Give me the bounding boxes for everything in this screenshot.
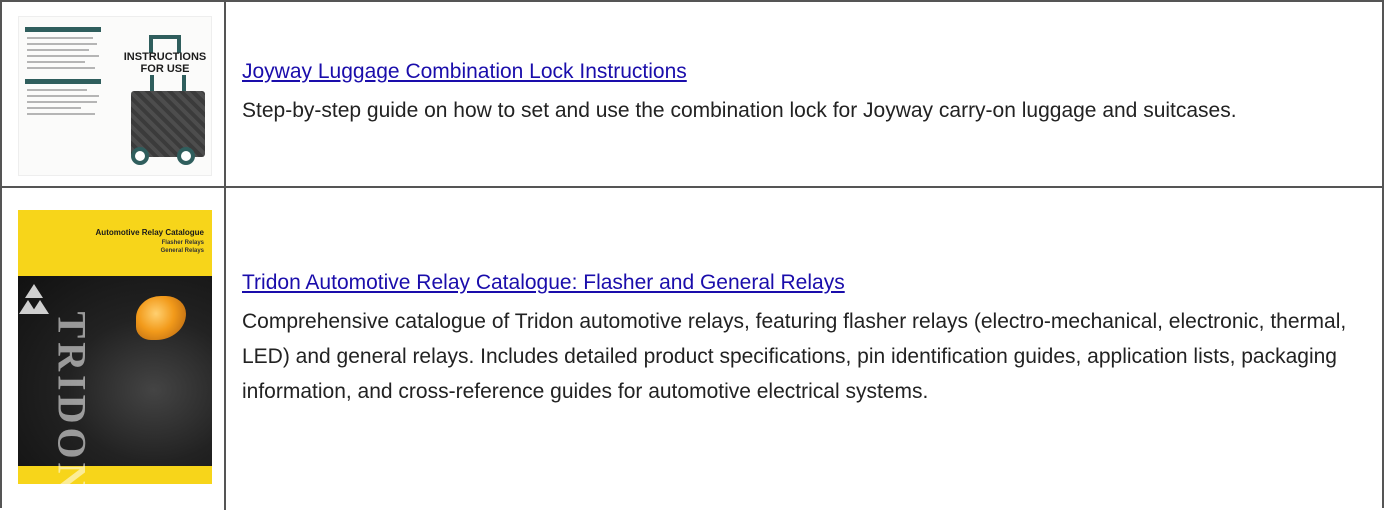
wheel-icon [131,147,149,165]
luggage-instructions-thumbnail[interactable]: INSTRUCTIONS FOR USE [18,16,212,176]
thumbnail-cell: INSTRUCTIONS FOR USE [2,2,226,186]
thumbnail-text-line [27,49,89,51]
result-text-cell: Joyway Luggage Combination Lock Instruct… [226,2,1382,186]
result-description: Step-by-step guide on how to set and use… [242,98,1237,122]
table-row: INSTRUCTIONS FOR USE Joyway Luggage Comb… [2,2,1382,188]
brand-wordmark: TRIDON [49,311,95,484]
wheel-icon [177,147,195,165]
thumbnail-text-line [27,67,95,69]
thumbnail-heading: Automotive Relay Catalogue [95,228,204,237]
thumbnail-text-line [27,55,99,57]
result-title-link[interactable]: Joyway Luggage Combination Lock Instruct… [242,57,687,87]
thumbnail-text-line [27,43,97,45]
thumbnail-text-line [27,101,97,103]
thumbnail-subheading: General Relays [160,248,204,254]
thumbnail-text-line [27,89,87,91]
result-title-link[interactable]: Tridon Automotive Relay Catalogue: Flash… [242,268,845,298]
result-description: Comprehensive catalogue of Tridon automo… [242,309,1347,403]
relay-catalogue-thumbnail[interactable]: Automotive Relay Catalogue Flasher Relay… [18,210,212,484]
tridon-logo-icon [31,300,49,314]
thumbnail-text-line [27,61,85,63]
thumbnail-heading: INSTRUCTIONS FOR USE [123,51,207,75]
thumbnail-text-line [27,107,81,109]
result-text-cell: Tridon Automotive Relay Catalogue: Flash… [226,188,1382,510]
thumbnail-banner [25,79,101,84]
thumbnail-text-line [27,113,95,115]
thumbnail-banner [25,27,101,32]
document-results-table: INSTRUCTIONS FOR USE Joyway Luggage Comb… [0,0,1384,510]
table-row: Automotive Relay Catalogue Flasher Relay… [2,188,1382,510]
thumbnail-subheading: Flasher Relays [161,240,204,246]
thumbnail-text-line [27,37,93,39]
thumbnail-cell: Automotive Relay Catalogue Flasher Relay… [2,188,226,510]
thumbnail-text-line [27,95,99,97]
tridon-logo-icon [25,284,43,298]
